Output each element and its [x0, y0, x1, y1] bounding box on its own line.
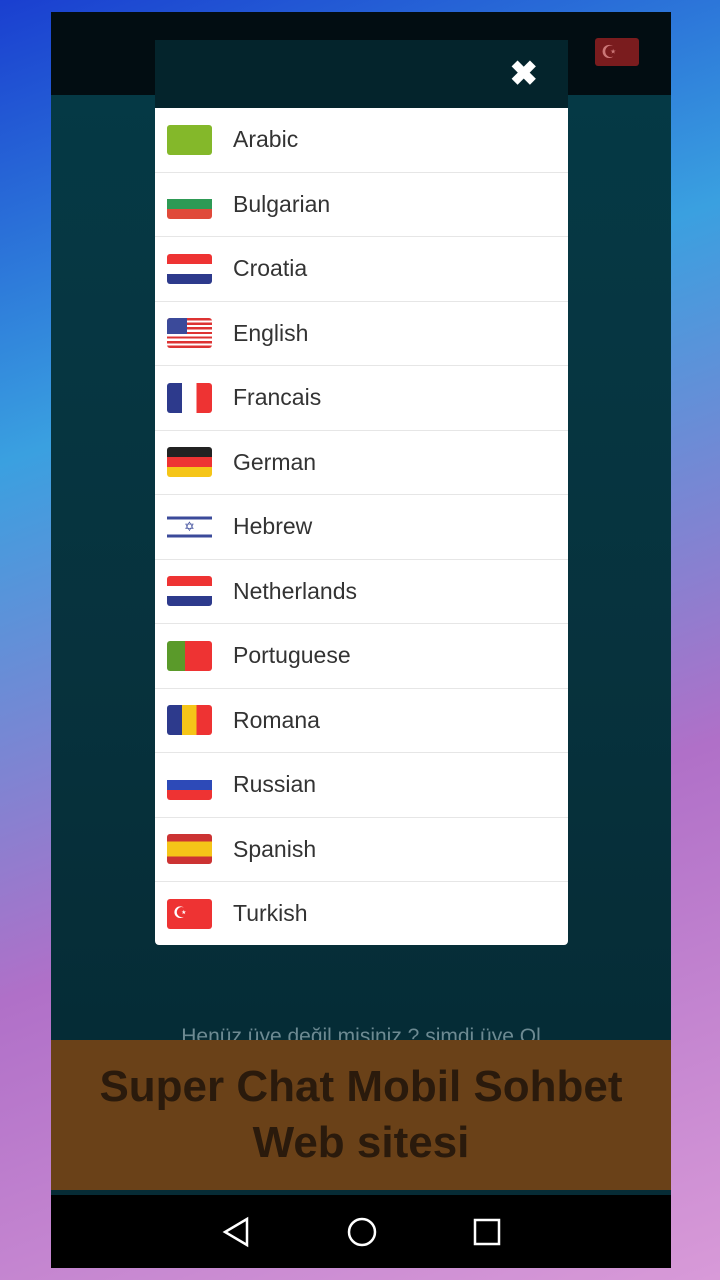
sa-flag-icon [167, 124, 212, 155]
language-label: Francais [233, 384, 322, 411]
language-label: Russian [233, 771, 317, 798]
language-label: German [233, 448, 317, 475]
pt-flag-icon [167, 640, 212, 671]
es-flag-icon [167, 834, 212, 865]
ro-flag-icon [167, 705, 212, 736]
language-item-russian[interactable]: Russian [155, 753, 568, 818]
language-item-croatia[interactable]: Croatia [155, 237, 568, 302]
language-label: Turkish [233, 900, 308, 927]
il-flag-icon: ✡ [167, 511, 212, 542]
language-label: Bulgarian [233, 190, 331, 217]
site-banner: Super Chat Mobil Sohbet Web sitesi [51, 1040, 671, 1190]
language-item-arabic[interactable]: Arabic [155, 108, 568, 173]
nl-flag-icon [167, 576, 212, 607]
close-icon[interactable]: ✖ [510, 57, 539, 91]
ru-flag-icon [167, 769, 212, 800]
language-dialog: ✖ Arabic Bulgarian Croatia English Francais G… [155, 40, 568, 945]
language-label: English [233, 319, 309, 346]
language-label: Spanish [233, 835, 317, 862]
language-item-romana[interactable]: Romana [155, 689, 568, 753]
home-icon[interactable] [346, 1216, 378, 1248]
language-item-english[interactable]: English [155, 302, 568, 366]
language-label: Portuguese [233, 642, 351, 669]
language-label: Arabic [233, 126, 299, 153]
tr-flag-icon: ☪ [167, 898, 212, 929]
language-label: Netherlands [233, 577, 358, 604]
language-label: Hebrew [233, 513, 313, 540]
language-item-francais[interactable]: Francais [155, 366, 568, 431]
language-item-bulgarian[interactable]: Bulgarian [155, 173, 568, 237]
language-item-hebrew[interactable]: ✡ Hebrew [155, 495, 568, 560]
fr-flag-icon [167, 382, 212, 413]
language-item-turkish[interactable]: ☪ Turkish [155, 882, 568, 945]
language-label: Croatia [233, 255, 308, 282]
back-icon[interactable] [221, 1216, 251, 1248]
language-list: Arabic Bulgarian Croatia English Francais Ger… [155, 108, 568, 945]
android-nav-bar [51, 1195, 671, 1268]
language-item-portuguese[interactable]: Portuguese [155, 624, 568, 689]
us-flag-icon [167, 318, 212, 349]
dialog-header: ✖ [155, 40, 568, 108]
hr-flag-icon [167, 253, 212, 284]
recents-icon[interactable] [473, 1218, 501, 1246]
de-flag-icon [167, 447, 212, 478]
language-item-netherlands[interactable]: Netherlands [155, 560, 568, 624]
bg-flag-icon [167, 189, 212, 220]
language-item-spanish[interactable]: Spanish [155, 818, 568, 882]
language-label: Romana [233, 706, 320, 733]
language-item-german[interactable]: German [155, 431, 568, 495]
turkey-flag-icon[interactable]: ☪ [595, 38, 639, 66]
